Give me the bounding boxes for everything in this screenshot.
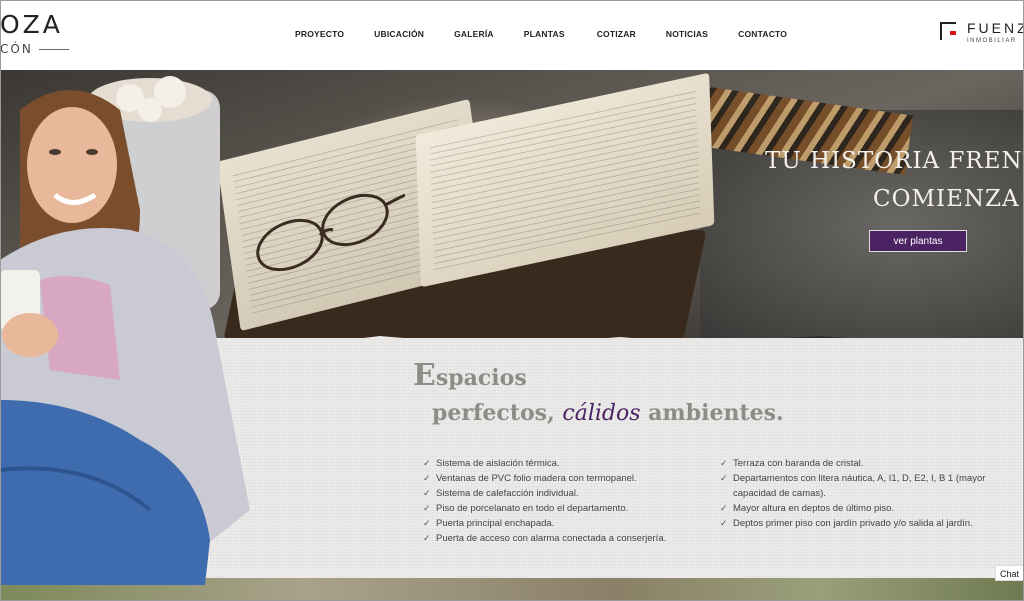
brand-right-name: FUENZ — [967, 20, 1024, 36]
brand-left-name: OZA — [0, 10, 63, 39]
feature-item: Ventanas de PVC folio madera con termopa… — [423, 471, 713, 486]
feature-item: Sistema de aislación térmica. — [423, 456, 713, 471]
brand-mark-icon — [940, 22, 956, 40]
brand-left-tagline: CÓN — [0, 42, 69, 56]
features-list-right: Terraza con baranda de cristal. Departam… — [720, 456, 990, 531]
nav-contacto[interactable]: CONTACTO — [738, 29, 787, 39]
brand-logo-left[interactable]: OZA CÓN — [0, 10, 69, 56]
feature-item: Terraza con baranda de cristal. — [720, 456, 990, 471]
feature-item: Deptos primer piso con jardín privado y/… — [720, 516, 990, 531]
features-list-left: Sistema de aislación térmica. Ventanas d… — [423, 456, 713, 546]
hero-title-line2: COMIENZA — [873, 186, 1020, 212]
main-nav: PROYECTO UBICACIÓN GALERÍA PLANTAS COTIZ… — [295, 29, 787, 39]
hero-title: TU HISTORIA FRENTE AL LAGO R COMIENZA — [765, 142, 1024, 218]
woman-with-mug-image — [0, 76, 250, 585]
nav-cotizar[interactable]: COTIZAR — [597, 29, 636, 39]
brand-right-tagline: INMOBILIAR — [967, 38, 1017, 44]
ver-plantas-button[interactable]: ver plantas — [869, 230, 967, 252]
feature-item: Puerta principal enchapada. — [423, 516, 713, 531]
nav-noticias[interactable]: NOTICIAS — [666, 29, 708, 39]
feature-item: Sistema de calefacción individual. — [423, 486, 713, 501]
site-header: OZA CÓN PROYECTO UBICACIÓN GALERÍA PLANT… — [0, 0, 1024, 70]
features-subheading: perfectos, cálidos ambientes. — [432, 400, 784, 426]
reading-glasses-image — [256, 193, 405, 272]
feature-item: Puerta de acceso con alarma conectada a … — [423, 531, 713, 546]
chat-button[interactable]: Chat — [995, 565, 1024, 581]
nav-plantas[interactable]: PLANTAS — [524, 29, 565, 39]
feature-item: Departamentos con litera náutica, A, I1,… — [720, 471, 990, 501]
nav-ubicacion[interactable]: UBICACIÓN — [374, 29, 424, 39]
features-heading: Espacios — [413, 358, 527, 393]
nav-proyecto[interactable]: PROYECTO — [295, 29, 344, 39]
feature-item: Mayor altura en deptos de último piso. — [720, 501, 990, 516]
nav-galeria[interactable]: GALERÍA — [454, 29, 494, 39]
hero-title-line1: TU HISTORIA FRENTE AL LAGO R — [765, 148, 1024, 174]
feature-item: Piso de porcelanato en todo el departame… — [423, 501, 713, 516]
